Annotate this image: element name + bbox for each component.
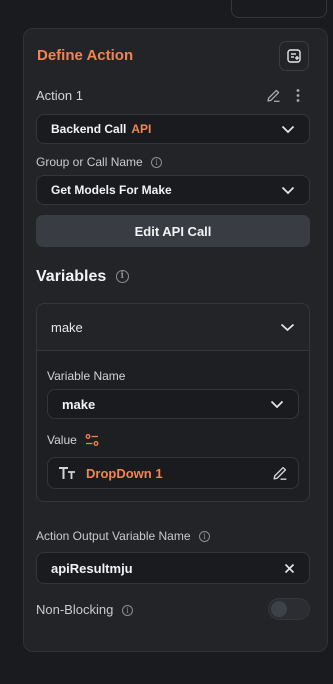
panel-title: Define Action — [37, 47, 134, 64]
variable-name-label: Variable Name — [47, 369, 126, 383]
action-type-accent: API — [131, 122, 152, 136]
define-action-panel: Define Action Action 1 Backend Call API — [23, 28, 328, 652]
chevron-down-icon — [280, 323, 295, 332]
info-icon[interactable]: i — [115, 270, 129, 284]
info-icon[interactable]: i — [151, 157, 163, 169]
output-label: Action Output Variable Name — [36, 529, 191, 543]
edit-value-button[interactable] — [272, 465, 288, 481]
output-label-row: Action Output Variable Name i — [36, 529, 210, 543]
add-note-button[interactable] — [279, 41, 309, 71]
action-label: Action 1 — [36, 88, 83, 103]
chevron-down-icon — [270, 400, 284, 409]
edit-action-button[interactable] — [266, 88, 281, 108]
variables-title: Variables — [36, 268, 107, 285]
chevron-down-icon — [281, 186, 295, 195]
variables-title-row: Variables i — [36, 268, 129, 286]
group-call-value: Get Models For Make — [51, 183, 172, 197]
variable-settings-icon[interactable] — [85, 433, 99, 447]
non-blocking-label: Non-Blocking — [36, 602, 114, 617]
variable-card: make Variable Name make Value DropDown 1 — [36, 303, 310, 502]
note-add-icon — [287, 49, 301, 63]
output-variable-value: apiResultmju — [51, 560, 133, 576]
value-label: Value — [47, 433, 77, 447]
value-source-label: DropDown 1 — [86, 465, 163, 481]
action-type-main: Backend Call — [51, 122, 127, 136]
top-panel-stub — [231, 0, 327, 18]
variable-card-header[interactable]: make — [37, 304, 309, 351]
pencil-icon — [267, 89, 280, 102]
more-vertical-icon — [296, 89, 300, 102]
variable-header-label: make — [51, 319, 83, 335]
variable-name-dropdown[interactable]: make — [47, 389, 299, 419]
info-icon[interactable]: i — [198, 531, 210, 543]
value-label-row: Value — [47, 433, 99, 447]
toggle-knob — [271, 601, 287, 617]
action-type-dropdown[interactable]: Backend Call API — [36, 114, 310, 144]
value-source-field[interactable]: DropDown 1 — [47, 457, 299, 489]
output-variable-input[interactable]: apiResultmju — [36, 552, 310, 584]
non-blocking-row: Non-Blocking i — [36, 602, 133, 617]
info-icon[interactable]: i — [121, 605, 133, 617]
more-options-button[interactable] — [294, 88, 302, 108]
chevron-down-icon — [281, 125, 295, 134]
variable-name-value: make — [62, 396, 96, 412]
group-label: Group or Call Name — [36, 155, 143, 169]
variable-card-body: Variable Name make Value DropDown 1 — [37, 351, 309, 501]
text-type-icon — [59, 467, 75, 479]
pencil-icon — [273, 466, 287, 480]
group-call-dropdown[interactable]: Get Models For Make — [36, 175, 310, 205]
non-blocking-toggle[interactable] — [268, 598, 310, 620]
edit-api-call-button[interactable]: Edit API Call — [36, 215, 310, 247]
clear-icon[interactable] — [284, 563, 295, 574]
group-label-row: Group or Call Name i — [36, 155, 163, 169]
